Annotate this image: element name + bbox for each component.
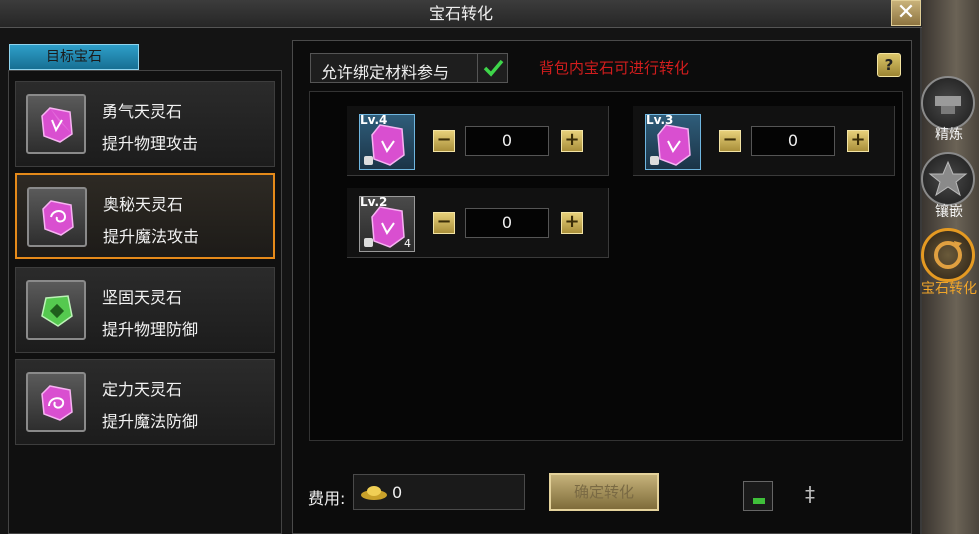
- anvil-icon: [935, 96, 961, 114]
- gem-slot-icon[interactable]: Lv.4: [359, 113, 415, 170]
- quantity-input[interactable]: 0: [465, 126, 549, 156]
- gold-ingot-icon: [361, 486, 387, 500]
- minus-icon: [753, 498, 765, 504]
- gem-name: 奥秘天灵石: [103, 195, 184, 214]
- cost-field: 0: [353, 474, 525, 510]
- gem-conversion-window: 宝石转化 ✕ 目标宝石 勇气天灵石 提升物理攻击 奥秘天灵石 提升魔法攻击 坚固…: [0, 0, 922, 534]
- lock-icon: [364, 156, 373, 165]
- minimize-button[interactable]: [743, 481, 773, 511]
- star-icon: [928, 160, 968, 197]
- resize-icon[interactable]: ‡: [799, 483, 821, 507]
- sidebar-label-inlay: 镶嵌: [935, 204, 963, 220]
- gem-desc: 提升物理防御: [102, 320, 199, 339]
- gem-count: 4: [404, 237, 411, 250]
- level-label: Lv.4: [360, 113, 388, 127]
- decrement-button[interactable]: −: [433, 130, 455, 152]
- sidebar-label-convert: 宝石转化: [921, 281, 977, 297]
- level-label: Lv.3: [646, 113, 674, 127]
- gem-slot-icon[interactable]: Lv.3: [645, 113, 701, 170]
- conversion-panel: 允许绑定材料参与 背包内宝石可进行转化 ? Lv.4 − 0 + Lv.3 − …: [292, 40, 912, 534]
- checkmark-icon[interactable]: [477, 54, 507, 82]
- convert-icon: [934, 241, 962, 269]
- increment-button[interactable]: +: [847, 130, 869, 152]
- gem-slot-lv3: Lv.3 − 0 +: [633, 106, 895, 176]
- hint-text: 背包内宝石可进行转化: [539, 59, 690, 77]
- quantity-input[interactable]: 0: [465, 208, 549, 238]
- gem-icon-composure: [26, 372, 86, 432]
- gem-item-mystery[interactable]: 奥秘天灵石 提升魔法攻击: [15, 173, 275, 259]
- decrement-button[interactable]: −: [433, 212, 455, 234]
- sidebar-convert-button[interactable]: [921, 228, 975, 282]
- gem-icon-sturdy: [26, 280, 86, 340]
- lock-icon: [650, 156, 659, 165]
- gem-item-sturdy[interactable]: 坚固天灵石 提升物理防御: [15, 267, 275, 353]
- close-button[interactable]: ✕: [891, 0, 921, 26]
- gem-item-courage[interactable]: 勇气天灵石 提升物理攻击: [15, 81, 275, 167]
- green-gem-icon: [41, 295, 73, 327]
- gem-item-composure[interactable]: 定力天灵石 提升魔法防御: [15, 359, 275, 445]
- level-label: Lv.2: [360, 195, 388, 209]
- decrement-button[interactable]: −: [719, 130, 741, 152]
- gem-slot-grid: Lv.4 − 0 + Lv.3 − 0 + Lv.2 4 − 0 +: [309, 91, 903, 441]
- quantity-input[interactable]: 0: [751, 126, 835, 156]
- gem-desc: 提升物理攻击: [102, 134, 199, 153]
- gem-desc: 提升魔法攻击: [103, 227, 200, 246]
- gem-slot-lv2: Lv.2 4 − 0 +: [347, 188, 609, 258]
- allow-bound-label: 允许绑定材料参与: [321, 63, 450, 82]
- increment-button[interactable]: +: [561, 130, 583, 152]
- cost-label: 费用:: [308, 489, 346, 508]
- increment-button[interactable]: +: [561, 212, 583, 234]
- convert-button[interactable]: 确定转化: [549, 473, 659, 511]
- sidebar-inlay-button[interactable]: [921, 152, 975, 206]
- gem-slot-lv4: Lv.4 − 0 +: [347, 106, 609, 176]
- gem-name: 定力天灵石: [102, 380, 183, 399]
- sidebar-refine-button[interactable]: [921, 76, 975, 130]
- lock-icon: [364, 238, 373, 247]
- purple-gem-icon: [41, 385, 73, 421]
- gem-slot-icon[interactable]: Lv.2 4: [359, 195, 415, 252]
- help-button[interactable]: ?: [877, 53, 901, 77]
- gem-icon-courage: [26, 94, 86, 154]
- purple-gem-icon: [41, 107, 73, 143]
- gem-name: 勇气天灵石: [102, 102, 183, 121]
- cost-value: 0: [392, 483, 403, 502]
- gem-list: 勇气天灵石 提升物理攻击 奥秘天灵石 提升魔法攻击 坚固天灵石 提升物理防御 定…: [8, 70, 282, 534]
- gem-name: 坚固天灵石: [102, 288, 183, 307]
- sidebar-label-refine: 精炼: [935, 127, 963, 143]
- purple-gem-icon: [42, 200, 74, 236]
- allow-bound-toggle[interactable]: 允许绑定材料参与: [310, 53, 508, 83]
- tab-target-gem[interactable]: 目标宝石: [9, 44, 139, 70]
- window-title: 宝石转化: [0, 0, 922, 28]
- gem-desc: 提升魔法防御: [102, 412, 199, 431]
- gem-icon-mystery: [27, 187, 87, 247]
